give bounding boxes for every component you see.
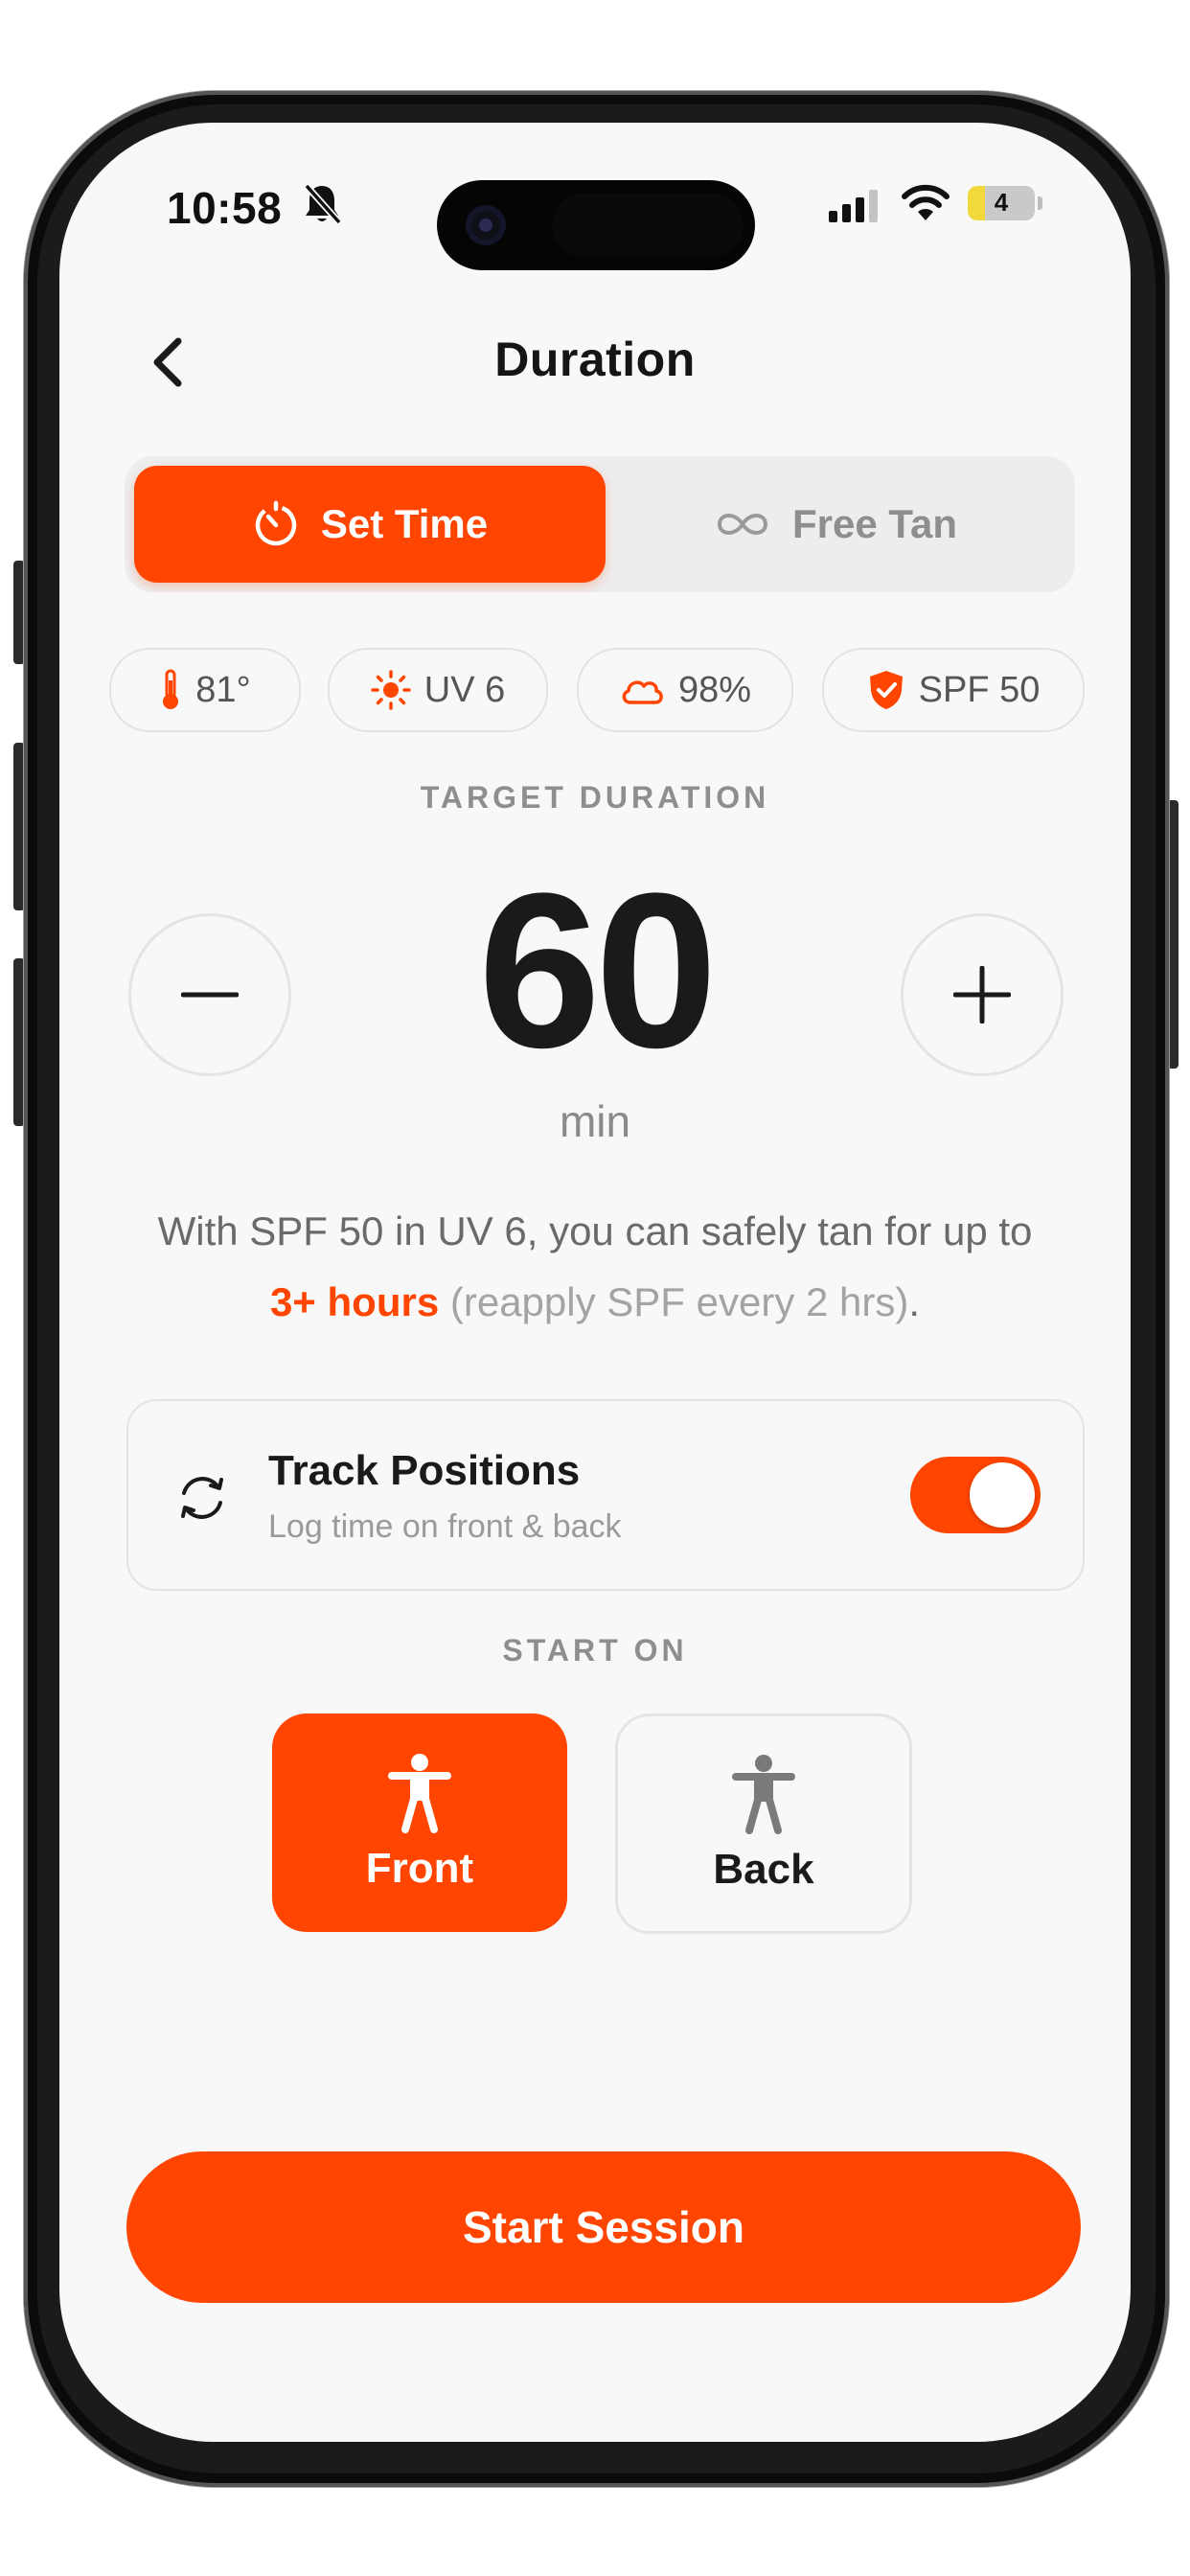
infinity-icon [718, 514, 768, 535]
advice-note: (reapply SPF every 2 hrs) [449, 1279, 909, 1324]
advice-highlight: 3+ hours [269, 1279, 440, 1324]
start-back-option[interactable]: Back [615, 1714, 912, 1934]
tab-free-tan[interactable]: Free Tan [606, 466, 1065, 583]
back-label: Back [713, 1846, 814, 1893]
tab-set-time[interactable]: Set Time [134, 466, 606, 583]
thermometer-icon [163, 669, 179, 709]
toggle-knob [970, 1462, 1035, 1528]
advice-period: . [908, 1279, 921, 1324]
tab-free-tan-label: Free Tan [792, 501, 957, 546]
sensor-area [552, 194, 744, 257]
wifi-icon [901, 182, 950, 227]
advice-text: With SPF 50 in UV 6, you can safely tan … [157, 1208, 1033, 1254]
start-on-label: START ON [502, 1633, 688, 1668]
person-icon [388, 1754, 451, 1833]
track-positions-toggle[interactable] [910, 1457, 1041, 1533]
chip-temperature: 81° [109, 648, 301, 732]
cloud-value: 98% [677, 669, 752, 710]
timer-icon [255, 500, 297, 546]
track-positions-subtitle: Log time on front & back [268, 1508, 622, 1545]
page-title: Duration [494, 333, 696, 386]
start-front-option[interactable]: Front [272, 1714, 567, 1932]
shield-icon [869, 671, 903, 709]
front-label: Front [365, 1845, 474, 1892]
track-positions-card: Track Positions Log time on front & back [126, 1399, 1085, 1591]
camera-icon [466, 205, 506, 245]
spf-value: SPF 50 [918, 669, 1041, 710]
plus-icon [953, 966, 1011, 1024]
dynamic-island [437, 180, 755, 270]
chip-cloud-cover: 98% [577, 648, 793, 732]
status-time: 10:58 [167, 183, 283, 233]
cloud-icon [622, 680, 663, 704]
battery-icon: 4 [968, 186, 1035, 220]
sun-icon [371, 670, 411, 710]
refresh-icon [172, 1468, 232, 1532]
cellular-signal-icon [829, 190, 886, 227]
track-positions-title: Track Positions [268, 1447, 581, 1494]
increase-button[interactable] [901, 913, 1064, 1076]
uv-value: UV 6 [423, 669, 506, 710]
bell-slash-icon [301, 182, 343, 231]
tab-set-time-label: Set Time [320, 501, 489, 546]
duration-unit: min [559, 1096, 631, 1146]
app-screen: 10:58 4 Duration Set Time Free Tan 81° U… [59, 123, 1131, 2442]
temperature-value: 81° [195, 669, 251, 710]
safe-tan-advice: With SPF 50 in UV 6, you can safely tan … [146, 1196, 1044, 1338]
battery-cap [1038, 196, 1042, 210]
chip-uv-index: UV 6 [328, 648, 548, 732]
target-duration-label: TARGET DURATION [420, 780, 770, 815]
start-session-button[interactable]: Start Session [126, 2151, 1081, 2303]
battery-level: 4 [994, 188, 1009, 217]
mode-segmented-control: Set Time Free Tan [125, 456, 1075, 592]
chip-spf: SPF 50 [822, 648, 1085, 732]
person-icon [732, 1755, 795, 1834]
